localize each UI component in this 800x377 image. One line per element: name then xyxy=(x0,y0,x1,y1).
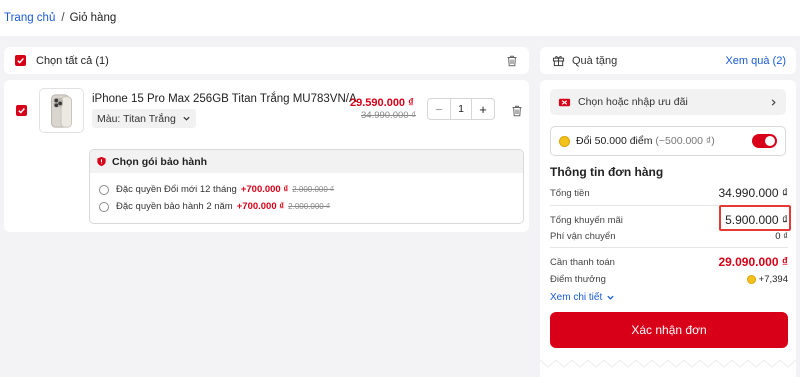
total-row: Tổng tiền 34.990.000 ₫ xyxy=(550,186,788,200)
product-name[interactable]: iPhone 15 Pro Max 256GB Titan Trắng MU78… xyxy=(92,93,357,105)
view-details-link[interactable]: Xem chi tiết xyxy=(550,292,615,303)
warranty-option[interactable]: Đặc quyền bảo hành 2 năm +700.000 ₫ 2.00… xyxy=(99,201,330,212)
reward-label: Điểm thưởng xyxy=(550,274,606,285)
confirm-order-button[interactable]: Xác nhận đơn xyxy=(550,312,788,348)
shipping-row: Phí vận chuyển 0 ₫ xyxy=(550,231,788,242)
shield-icon xyxy=(97,156,106,167)
voucher-icon xyxy=(558,98,571,106)
check-icon xyxy=(18,108,25,114)
total-value: 34.990.000 ₫ xyxy=(718,186,788,200)
decrease-quantity-button[interactable]: − xyxy=(428,99,450,119)
gift-label: Quà tặng xyxy=(572,54,618,67)
receipt-edge xyxy=(540,360,796,368)
delete-item-trash-icon[interactable] xyxy=(510,104,524,118)
breadcrumb-home-link[interactable]: Trang chủ xyxy=(4,12,55,24)
original-price: 34.990.000 ₫ xyxy=(361,110,417,121)
select-all-bar: Chọn tất cả (1) xyxy=(4,47,529,74)
warranty-header: Chọn gói bảo hành xyxy=(90,150,523,173)
current-price: 29.590.000 ₫ xyxy=(350,97,414,109)
points-label: Đổi 50.000 điểm xyxy=(576,135,653,147)
gift-bar: Quà tặng Xem quà (2) xyxy=(540,47,796,74)
coin-icon xyxy=(559,135,570,147)
variant-selector[interactable]: Màu: Titan Trắng xyxy=(92,109,196,128)
promo-selector[interactable]: Chọn hoặc nhập ưu đãi xyxy=(550,89,786,115)
quantity-stepper: − 1 + xyxy=(427,98,495,120)
points-redeem-row: Đổi 50.000 điểm (~500.000 ₫) xyxy=(550,126,786,156)
warranty-box: Chọn gói bảo hành Đặc quyền Đổi mới 12 t… xyxy=(89,149,524,224)
points-text: Đổi 50.000 điểm (~500.000 ₫) xyxy=(576,135,715,147)
quantity-value[interactable]: 1 xyxy=(450,99,472,119)
coin-icon xyxy=(746,275,756,284)
select-all-checkbox[interactable] xyxy=(15,55,26,66)
warranty-radio[interactable] xyxy=(99,184,109,195)
reward-value-wrap: +7,394 xyxy=(746,274,788,285)
iphone-image xyxy=(50,93,72,128)
total-label: Tổng tiền xyxy=(550,187,590,199)
gift-icon xyxy=(552,56,565,67)
promo-label: Chọn hoặc nhập ưu đãi xyxy=(578,96,688,108)
warranty-title: Chọn gói bảo hành xyxy=(112,155,208,168)
delete-all-trash-icon[interactable] xyxy=(505,54,519,68)
check-icon xyxy=(17,58,24,64)
warranty-option-label: Đặc quyền bảo hành 2 năm xyxy=(116,201,233,212)
cart-item-card: iPhone 15 Pro Max 256GB Titan Trắng MU78… xyxy=(4,80,529,232)
warranty-option-old-price: 2.000.000 ₫ xyxy=(288,202,331,211)
variant-label: Màu: Titan Trắng xyxy=(97,112,176,125)
payable-value: 29.090.000 ₫ xyxy=(718,255,788,269)
order-info-title: Thông tin đơn hàng xyxy=(550,165,664,179)
product-thumbnail[interactable] xyxy=(39,88,84,133)
chevron-down-icon xyxy=(183,116,190,121)
points-value: (~500.000 ₫) xyxy=(655,135,715,147)
warranty-radio[interactable] xyxy=(99,201,109,212)
view-details-label: Xem chi tiết xyxy=(550,292,603,303)
reward-row: Điểm thưởng +7,394 xyxy=(550,274,788,285)
breadcrumb: Trang chủ / Giỏ hàng xyxy=(0,0,800,36)
warranty-option-price: +700.000 ₫ xyxy=(240,184,289,195)
shipping-value: 0 ₫ xyxy=(775,231,788,242)
item-checkbox[interactable] xyxy=(16,105,27,116)
view-gifts-link[interactable]: Xem quà (2) xyxy=(725,55,786,67)
payable-label: Cần thanh toán xyxy=(550,256,615,268)
warranty-option-price: +700.000 ₫ xyxy=(236,201,285,212)
points-toggle[interactable] xyxy=(752,134,777,148)
warranty-option-old-price: 2.000.000 ₫ xyxy=(292,185,335,194)
payable-row: Cần thanh toán 29.090.000 ₫ xyxy=(550,255,788,269)
discount-highlight-box xyxy=(719,205,791,231)
shipping-label: Phí vận chuyển xyxy=(550,231,616,242)
breadcrumb-separator: / xyxy=(61,12,65,24)
warranty-option-label: Đặc quyền Đổi mới 12 tháng xyxy=(116,184,237,195)
chevron-right-icon xyxy=(771,98,776,106)
warranty-option[interactable]: Đặc quyền Đổi mới 12 tháng +700.000 ₫ 2.… xyxy=(99,184,334,195)
increase-quantity-button[interactable]: + xyxy=(472,99,494,119)
chevron-down-icon xyxy=(607,295,614,300)
divider xyxy=(550,247,788,248)
breadcrumb-current: Giỏ hàng xyxy=(69,12,117,24)
select-all-label: Chọn tất cả (1) xyxy=(36,54,109,67)
discount-label: Tổng khuyến mãi xyxy=(550,214,623,226)
reward-value: +7,394 xyxy=(758,274,788,285)
